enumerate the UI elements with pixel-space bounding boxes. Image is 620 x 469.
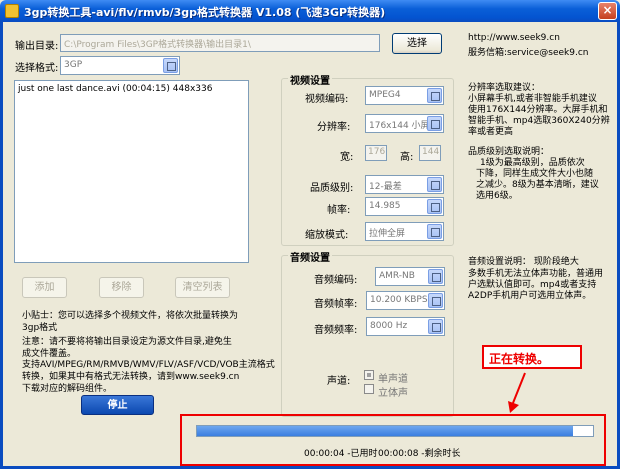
audio-codec-label: 音频编码: [314, 275, 358, 286]
stop-button[interactable]: 停止 [81, 395, 154, 415]
file-list[interactable]: just one last dance.avi (00:04:15) 448x3… [14, 80, 249, 263]
remaining-time: 00:00:08 -剩余时长 [378, 449, 461, 459]
site-url[interactable]: http://www.seek9.cn [468, 33, 560, 43]
video-codec-select[interactable]: MPEG4 [365, 86, 444, 105]
dropdown-icon [163, 58, 178, 73]
stereo-checkbox[interactable] [364, 384, 374, 394]
width-field[interactable]: 176 [365, 145, 387, 161]
resolution-value: 176x144 小屏 [369, 121, 430, 131]
audio-codec-value: AMR-NB [379, 271, 415, 281]
output-dir-field[interactable]: C:\Program Files\3GP格式转换器\输出目录1\ [60, 34, 380, 52]
audio-bitrate-select[interactable]: 10.200 KBPS [366, 291, 445, 310]
browse-button[interactable]: 选择 [392, 33, 442, 54]
height-field[interactable]: 144 [419, 145, 441, 161]
tip-line: 注意：请不要将将输出目录设定为源文件目录,避免生 [22, 337, 232, 347]
quality-label: 品质级别: [310, 183, 354, 194]
audio-settings-title: 音频设置 [288, 249, 332, 264]
progress-bar [196, 425, 594, 437]
audio-freq-value: 8000 Hz [370, 321, 408, 331]
checkbox-mark-icon [367, 373, 371, 377]
tip-line: 小贴士：您可以选择多个视频文件，将依次批量转换为 [22, 311, 239, 321]
dropdown-icon [427, 177, 442, 192]
add-button[interactable]: 添加 [22, 277, 67, 298]
scale-mode-label: 缩放模式: [305, 230, 349, 241]
tip-line: 下载对应的解码组件。 [22, 384, 113, 394]
audio-bitrate-value: 10.200 KBPS [370, 295, 428, 305]
channel-label: 声道: [327, 376, 351, 387]
video-settings-title: 视频设置 [288, 72, 332, 87]
service-email: 服务信箱:service@seek9.cn [468, 48, 589, 58]
close-button[interactable]: × [598, 2, 617, 20]
video-codec-value: MPEG4 [369, 90, 401, 100]
progress-fill [197, 426, 574, 436]
mono-checkbox[interactable] [364, 370, 374, 380]
audio-freq-label: 音频频率: [314, 325, 358, 336]
mono-label: 单声道 [378, 374, 408, 385]
format-label: 选择格式: [15, 63, 59, 74]
audio-help: 音频设置说明： 现阶段绝大 [468, 257, 579, 267]
fps-select[interactable]: 14.985 [365, 197, 444, 216]
dropdown-icon [427, 199, 442, 214]
audio-freq-select[interactable]: 8000 Hz [366, 317, 445, 336]
dropdown-icon [427, 88, 442, 103]
list-item[interactable]: just one last dance.avi (00:04:15) 448x3… [15, 81, 248, 97]
clear-list-button[interactable]: 清空列表 [175, 277, 230, 298]
output-dir-label: 输出目录: [15, 41, 59, 52]
quality-help: 选用6级。 [476, 191, 518, 201]
format-value: 3GP [64, 60, 83, 70]
scale-mode-value: 拉伸全屏 [369, 229, 406, 239]
title-bar[interactable]: 3gp转换工具-avi/flv/rmvb/3gp格式转换器 V1.08 (飞速3… [0, 0, 620, 22]
dropdown-icon [428, 269, 443, 284]
scale-mode-select[interactable]: 拉伸全屏 [365, 222, 444, 241]
elapsed-time: 00:00:04 -已用时 [304, 449, 378, 459]
arrow-icon [508, 372, 526, 413]
audio-help: A2DP手机用户可选用立体声。 [468, 291, 592, 301]
video-codec-label: 视频编码: [305, 94, 349, 105]
app-icon [5, 4, 19, 18]
audio-bitrate-label: 音频帧率: [314, 299, 358, 310]
dropdown-icon [427, 224, 442, 239]
remove-button[interactable]: 移除 [99, 277, 144, 298]
tip-line: 3gp格式 [22, 323, 58, 333]
tip-line: 转换，如果其中有格式无法转换，请到www.seek9.cn [22, 372, 240, 382]
audio-codec-select[interactable]: AMR-NB [375, 267, 445, 286]
format-select[interactable]: 3GP [60, 56, 180, 75]
dropdown-icon [428, 293, 443, 308]
quality-select[interactable]: 12-最差 [365, 175, 444, 194]
height-label: 高: [400, 152, 414, 163]
resolution-label: 分辨率: [317, 122, 351, 133]
status-callout: 正在转换。 [482, 345, 582, 369]
fps-label: 帧率: [327, 205, 351, 216]
fps-value: 14.985 [369, 201, 401, 211]
quality-value: 12-最差 [369, 182, 402, 192]
width-label: 宽: [340, 152, 354, 163]
window-title: 3gp转换工具-avi/flv/rmvb/3gp格式转换器 V1.08 (飞速3… [24, 6, 386, 19]
resolution-select[interactable]: 176x144 小屏 [365, 114, 444, 133]
stereo-label: 立体声 [378, 388, 408, 399]
resolution-help: 率或者更高 [468, 127, 514, 137]
dropdown-icon [427, 116, 442, 131]
tip-line: 支持AVI/MPEG/RM/RMVB/WMV/FLV/ASF/VCD/VOB主流… [22, 360, 275, 370]
dropdown-icon [428, 319, 443, 334]
